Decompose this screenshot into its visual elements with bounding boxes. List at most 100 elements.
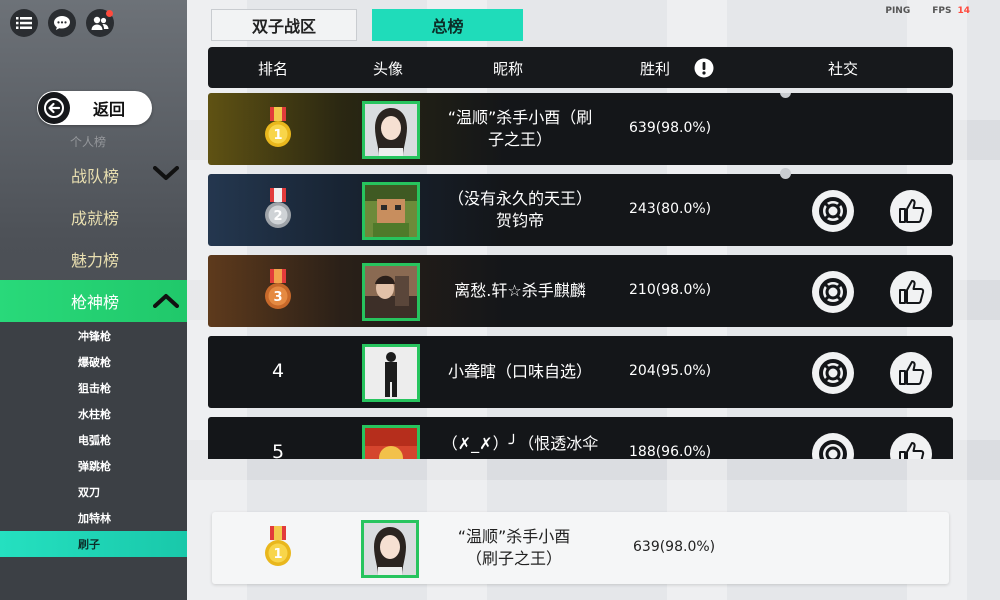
back-arrow-icon [38, 92, 70, 124]
table-row[interactable]: 5 （✗_✗）╯（恨透冰伞 188(96.0%) [208, 417, 953, 459]
network-stats: PING FPS 14 [885, 6, 970, 16]
lifebuoy-icon [819, 197, 847, 225]
lifebuoy-button[interactable] [812, 352, 854, 394]
sub-item-sniper[interactable]: 狙击枪 [0, 375, 187, 401]
sub-item-label: 爆破枪 [78, 356, 111, 369]
my-wins-value: 639(98.0%) [633, 539, 716, 555]
like-button[interactable] [890, 271, 932, 313]
chat-icon[interactable] [48, 9, 76, 37]
nickname-line: “温顺”杀手小酉（刷 [447, 108, 593, 127]
thumbs-up-icon [899, 361, 925, 385]
nickname: （没有永久的天王） 贺钧帝 [430, 188, 610, 232]
sub-item-label: 水柱枪 [78, 408, 111, 421]
fps-label: FPS [932, 6, 952, 16]
sub-item-smg[interactable]: 冲锋枪 [0, 323, 187, 349]
sidebar: 返回 个人榜 战队榜 成就榜 魅力榜 枪神榜 冲锋枪 爆破枪 狙击枪 水柱枪 电… [0, 0, 187, 600]
lifebuoy-icon [819, 440, 847, 459]
svg-text:2: 2 [273, 209, 282, 224]
header-wins: 胜利 [640, 60, 671, 78]
sub-item-label: 加特林 [78, 512, 111, 525]
nickname-line: 离愁.轩☆杀手麒麟 [454, 281, 586, 300]
thumbs-up-icon [899, 442, 925, 459]
sub-item-label: 冲锋枪 [78, 330, 111, 343]
table-row[interactable]: 2 （没有永久的天王） 贺钧帝 243(80.0%) [208, 168, 953, 246]
lifebuoy-button[interactable] [812, 271, 854, 313]
rank-number: 4 [271, 360, 285, 382]
header-social: 社交 [828, 60, 859, 78]
like-button[interactable] [890, 352, 932, 394]
svg-text:1: 1 [273, 547, 282, 562]
top-icon-bar [10, 9, 114, 37]
tab-zone[interactable]: 双子战区 [211, 9, 357, 41]
wins-value: 204(95.0%) [629, 363, 712, 379]
avatar[interactable] [362, 425, 420, 459]
sidebar-item-charm[interactable]: 魅力榜 [0, 238, 187, 280]
nickname: “温顺”杀手小酉（刷 子之王） [430, 107, 610, 151]
friends-icon[interactable] [86, 9, 114, 37]
my-nickname: “温顺”杀手小酉 （刷子之王） [430, 526, 598, 570]
list-icon[interactable] [10, 9, 38, 37]
tab-total[interactable]: 总榜 [372, 9, 523, 41]
table-row[interactable]: 1 “温顺”杀手小酉（刷 子之王） 639(98.0%) [208, 93, 953, 165]
bronze-medal-icon: 3 [265, 269, 291, 309]
svg-text:1: 1 [273, 128, 282, 143]
ping-label: PING [885, 6, 911, 16]
avatar[interactable] [362, 344, 420, 402]
sub-item-dual-blade[interactable]: 双刀 [0, 479, 187, 505]
table-row[interactable]: 3 离愁.轩☆杀手麒麟 210(98.0%) [208, 255, 953, 327]
lifebuoy-button[interactable] [812, 433, 854, 459]
sub-item-blast[interactable]: 爆破枪 [0, 349, 187, 375]
wins-value: 210(98.0%) [629, 282, 712, 298]
gold-medal-icon: 1 [265, 107, 291, 147]
nickname-line: （没有永久的天王） [447, 189, 592, 208]
nickname: （✗_✗）╯（恨透冰伞 [430, 433, 610, 455]
divider-knob [780, 93, 791, 98]
chevron-up-icon [153, 292, 179, 312]
nickname: 离愁.轩☆杀手麒麟 [430, 280, 610, 302]
lifebuoy-icon [819, 278, 847, 306]
info-icon[interactable] [694, 58, 714, 82]
sub-item-label: 狙击枪 [78, 382, 111, 395]
like-button[interactable] [890, 190, 932, 232]
sub-item-gatling[interactable]: 加特林 [0, 505, 187, 531]
sidebar-item-team[interactable]: 战队榜 [0, 154, 187, 196]
thumbs-up-icon [899, 199, 925, 223]
silver-medal-icon: 2 [265, 188, 291, 228]
sub-item-label: 刷子 [78, 538, 100, 551]
wins-value: 188(96.0%) [629, 444, 712, 459]
sidebar-item-gun-god[interactable]: 枪神榜 [0, 280, 187, 322]
back-button[interactable]: 返回 [37, 91, 152, 125]
sub-item-arc[interactable]: 电弧枪 [0, 427, 187, 453]
avatar[interactable] [361, 520, 419, 578]
rank-number: 5 [271, 441, 285, 459]
thumbs-up-icon [899, 280, 925, 304]
sub-item-bounce[interactable]: 弹跳枪 [0, 453, 187, 479]
table-row[interactable]: 4 小聋瞎（口味自选） 204(95.0%) [208, 336, 953, 408]
sub-item-label: 双刀 [78, 486, 100, 499]
divider-knob [780, 168, 791, 179]
leaderboard-header: 排名 头像 昵称 胜利 社交 [208, 47, 953, 88]
header-avatar: 头像 [373, 60, 404, 78]
sidebar-item-faded: 个人榜 [70, 135, 107, 149]
like-button[interactable] [890, 433, 932, 459]
nickname-line: 贺钧帝 [495, 211, 544, 230]
nickname-line: 小聋瞎（口味自选） [447, 362, 592, 381]
sidebar-item-label: 魅力榜 [71, 251, 120, 270]
sub-item-brush[interactable]: 刷子 [0, 531, 187, 557]
sidebar-item-label: 成就榜 [71, 209, 120, 228]
nickname-line: （刷子之王） [465, 549, 562, 568]
sidebar-item-label: 枪神榜 [71, 293, 120, 312]
svg-text:3: 3 [273, 290, 282, 305]
leaderboard-list[interactable]: 1 “温顺”杀手小酉（刷 子之王） 639(98.0%) 2 （没有永久的天王）… [208, 93, 953, 459]
sub-item-water[interactable]: 水柱枪 [0, 401, 187, 427]
lifebuoy-icon [819, 359, 847, 387]
sub-item-label: 电弧枪 [78, 434, 111, 447]
notification-dot [106, 10, 113, 17]
avatar[interactable] [362, 182, 420, 240]
sidebar-item-achievement[interactable]: 成就榜 [0, 196, 187, 238]
avatar[interactable] [362, 263, 420, 321]
avatar[interactable] [362, 101, 420, 159]
nickname-line: （✗_✗）╯（恨透冰伞 [441, 434, 599, 453]
lifebuoy-button[interactable] [812, 190, 854, 232]
sidebar-item-label: 战队榜 [71, 167, 120, 186]
